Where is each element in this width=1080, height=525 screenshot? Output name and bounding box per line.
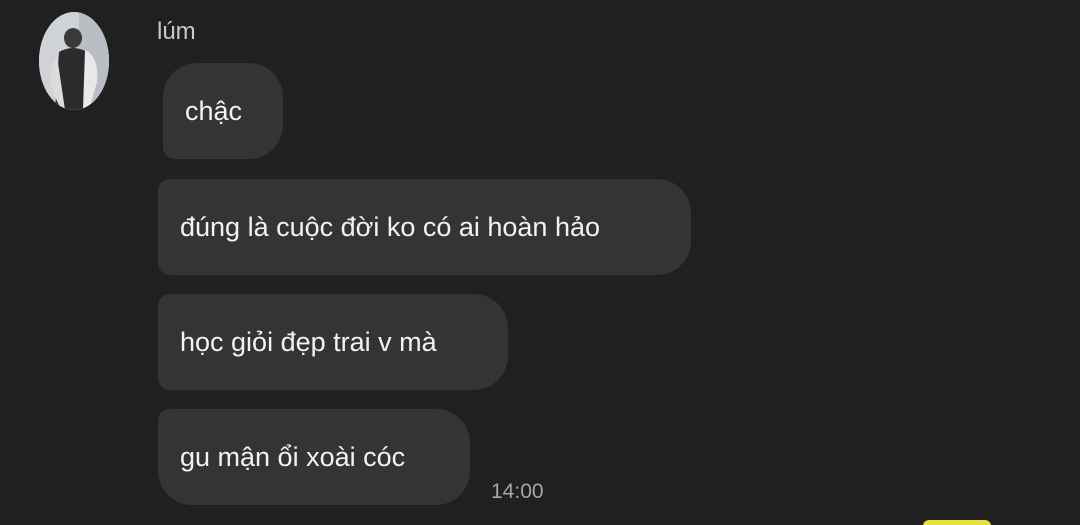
message-text: học giỏi đẹp trai v mà xyxy=(180,327,437,357)
message-bubble[interactable]: học giỏi đẹp trai v mà xyxy=(158,294,508,390)
message-timestamp: 14:00 xyxy=(491,480,544,503)
avatar[interactable] xyxy=(39,12,109,110)
message-bubble[interactable]: đúng là cuộc đời ko có ai hoàn hảo xyxy=(158,179,691,275)
chat-view: lúm chậc đúng là cuộc đời ko có ai hoàn … xyxy=(0,0,1080,525)
message-bubble[interactable]: chậc xyxy=(163,63,283,159)
avatar-photo xyxy=(39,12,109,110)
message-text: đúng là cuộc đời ko có ai hoàn hảo xyxy=(180,212,601,242)
outgoing-bubble-edge xyxy=(923,520,991,525)
sender-name: lúm xyxy=(157,18,196,45)
message-bubble[interactable]: gu mận ổi xoài cóc xyxy=(158,409,470,505)
message-text: chậc xyxy=(185,96,243,126)
message-text: gu mận ổi xoài cóc xyxy=(180,442,406,472)
